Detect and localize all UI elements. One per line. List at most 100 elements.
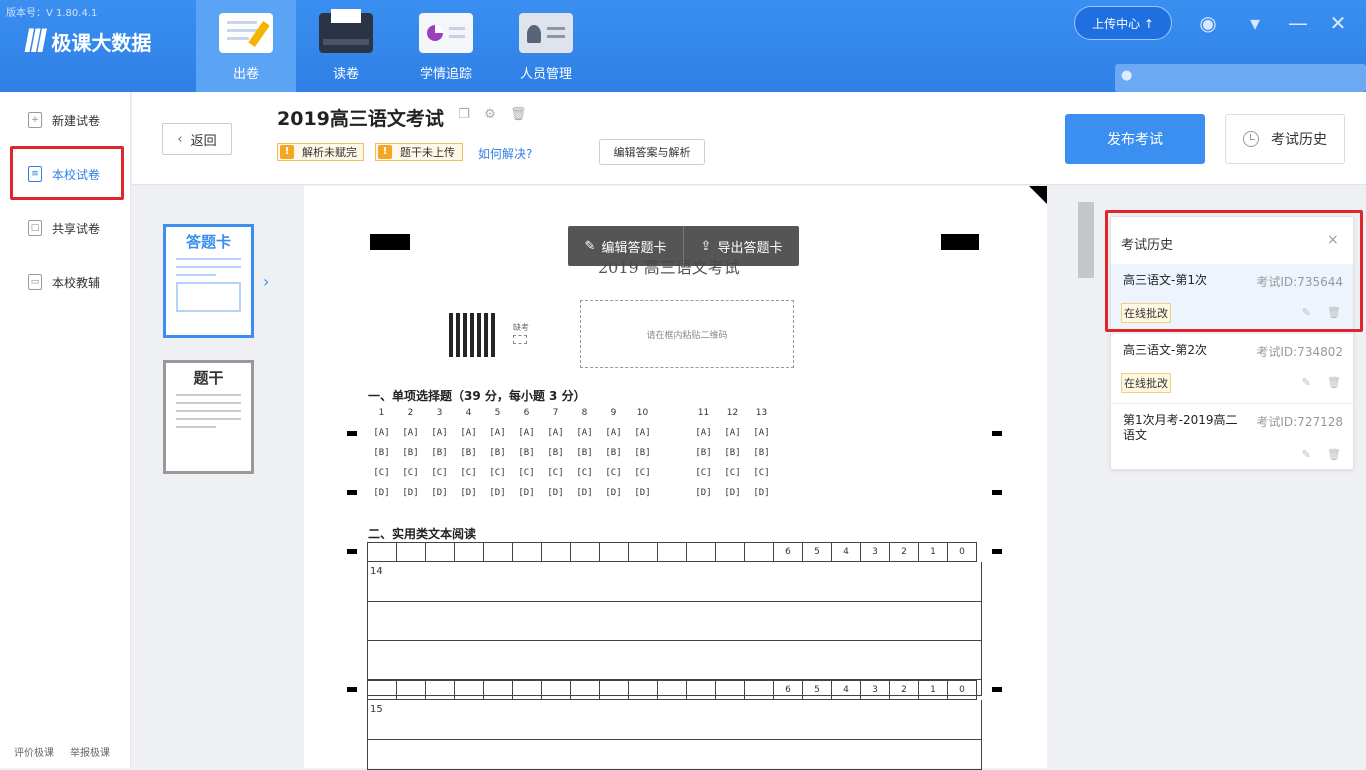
headset-icon[interactable]: ◉: [1196, 12, 1220, 36]
option-bubble[interactable]: [C]: [747, 468, 776, 488]
option-bubble[interactable]: [D]: [367, 488, 396, 508]
option-bubble[interactable]: [C]: [512, 468, 541, 488]
option-bubble[interactable]: [D]: [718, 488, 747, 508]
history-item[interactable]: 高三语文-第2次 考试ID:734802 在线批改 ✎ 🗑: [1111, 334, 1353, 404]
option-bubble[interactable]: [C]: [425, 468, 454, 488]
score-cell[interactable]: 4: [831, 542, 861, 562]
question-stem-thumbnail[interactable]: 题干: [163, 360, 254, 474]
option-bubble[interactable]: [C]: [689, 468, 718, 488]
option-bubble[interactable]: [B]: [689, 448, 718, 468]
score-cell[interactable]: [483, 680, 513, 700]
option-bubble[interactable]: [A]: [718, 428, 747, 448]
rate-link[interactable]: 评价极课: [14, 744, 54, 759]
option-bubble[interactable]: [D]: [483, 488, 512, 508]
trash-icon[interactable]: 🗑: [1327, 376, 1341, 389]
report-link[interactable]: 举报极课: [70, 744, 110, 759]
edit-icon[interactable]: ✎: [1302, 376, 1311, 389]
option-bubble[interactable]: [D]: [454, 488, 483, 508]
score-cell[interactable]: [686, 542, 716, 562]
option-bubble[interactable]: [D]: [599, 488, 628, 508]
option-bubble[interactable]: [A]: [689, 428, 718, 448]
edit-card-button[interactable]: ✎ 编辑答题卡: [568, 226, 683, 266]
score-cell[interactable]: [425, 680, 455, 700]
score-cell[interactable]: [483, 542, 513, 562]
score-cell[interactable]: [454, 680, 484, 700]
minimize-icon[interactable]: —: [1286, 12, 1310, 36]
option-bubble[interactable]: [D]: [425, 488, 454, 508]
score-cell[interactable]: [628, 680, 658, 700]
score-cell[interactable]: 2: [889, 542, 919, 562]
option-bubble[interactable]: [C]: [718, 468, 747, 488]
option-bubble[interactable]: [D]: [689, 488, 718, 508]
score-cell[interactable]: [657, 542, 687, 562]
score-cell[interactable]: [599, 542, 629, 562]
sidebar-item-new-paper[interactable]: + 新建试卷: [0, 93, 131, 147]
score-cell[interactable]: [657, 680, 687, 700]
score-cell[interactable]: [367, 542, 397, 562]
user-account-bar[interactable]: ●: [1115, 64, 1366, 92]
option-bubble[interactable]: [B]: [718, 448, 747, 468]
option-bubble[interactable]: [B]: [541, 448, 570, 468]
tab-learning-track[interactable]: 学情追踪: [396, 0, 496, 92]
score-cell[interactable]: 6: [773, 680, 803, 700]
option-bubble[interactable]: [C]: [454, 468, 483, 488]
score-cell[interactable]: [715, 680, 745, 700]
score-cell[interactable]: [599, 680, 629, 700]
option-bubble[interactable]: [B]: [570, 448, 599, 468]
option-bubble[interactable]: [C]: [599, 468, 628, 488]
option-bubble[interactable]: [D]: [628, 488, 657, 508]
score-cell[interactable]: 1: [918, 542, 948, 562]
chevron-right-icon[interactable]: ›: [263, 272, 269, 291]
tab-staff-management[interactable]: 人员管理: [496, 0, 596, 92]
option-bubble[interactable]: [D]: [512, 488, 541, 508]
option-bubble[interactable]: [C]: [367, 468, 396, 488]
option-bubble[interactable]: [D]: [747, 488, 776, 508]
option-bubble[interactable]: [B]: [628, 448, 657, 468]
score-cell[interactable]: [744, 680, 774, 700]
option-bubble[interactable]: [A]: [541, 428, 570, 448]
score-cell[interactable]: [454, 542, 484, 562]
option-bubble[interactable]: [B]: [425, 448, 454, 468]
option-bubble[interactable]: [A]: [599, 428, 628, 448]
score-cell[interactable]: 4: [831, 680, 861, 700]
option-bubble[interactable]: [A]: [512, 428, 541, 448]
copy-icon[interactable]: ❐: [457, 108, 471, 122]
score-cell[interactable]: [570, 542, 600, 562]
score-cell[interactable]: 0: [947, 542, 977, 562]
option-bubble[interactable]: [B]: [512, 448, 541, 468]
exam-history-button[interactable]: 考试历史: [1225, 114, 1345, 164]
trash-icon[interactable]: 🗑: [1327, 448, 1341, 461]
option-bubble[interactable]: [C]: [628, 468, 657, 488]
score-cell[interactable]: [425, 542, 455, 562]
tab-create-paper[interactable]: 出卷: [196, 0, 296, 92]
option-bubble[interactable]: [A]: [454, 428, 483, 448]
option-bubble[interactable]: [C]: [483, 468, 512, 488]
option-bubble[interactable]: [C]: [541, 468, 570, 488]
option-bubble[interactable]: [D]: [570, 488, 599, 508]
answer-card-thumbnail[interactable]: 答题卡: [163, 224, 254, 338]
score-cell[interactable]: [512, 680, 542, 700]
sidebar-item-shared-papers[interactable]: □ 共享试卷: [0, 201, 131, 255]
score-cell[interactable]: [570, 680, 600, 700]
score-cell[interactable]: [628, 542, 658, 562]
how-to-fix-link[interactable]: 如何解决?: [478, 145, 532, 162]
option-bubble[interactable]: [B]: [599, 448, 628, 468]
option-bubble[interactable]: [B]: [747, 448, 776, 468]
option-bubble[interactable]: [B]: [454, 448, 483, 468]
score-cell[interactable]: [744, 542, 774, 562]
option-bubble[interactable]: [A]: [570, 428, 599, 448]
score-cell[interactable]: 6: [773, 542, 803, 562]
option-bubble[interactable]: [A]: [367, 428, 396, 448]
score-cell[interactable]: 3: [860, 542, 890, 562]
dropdown-icon[interactable]: ▾: [1243, 12, 1267, 36]
gear-icon[interactable]: ⚙: [483, 108, 497, 122]
close-window-icon[interactable]: ✕: [1326, 12, 1350, 36]
score-cell[interactable]: [686, 680, 716, 700]
upload-center-button[interactable]: 上传中心 ↑: [1074, 6, 1172, 40]
option-bubble[interactable]: [C]: [570, 468, 599, 488]
edit-answers-button[interactable]: 编辑答案与解析: [599, 139, 705, 165]
tab-read-paper[interactable]: 读卷: [296, 0, 396, 92]
online-grading-tag[interactable]: 在线批改: [1121, 373, 1171, 393]
score-cell[interactable]: [367, 680, 397, 700]
trash-icon[interactable]: 🗑: [510, 108, 527, 122]
